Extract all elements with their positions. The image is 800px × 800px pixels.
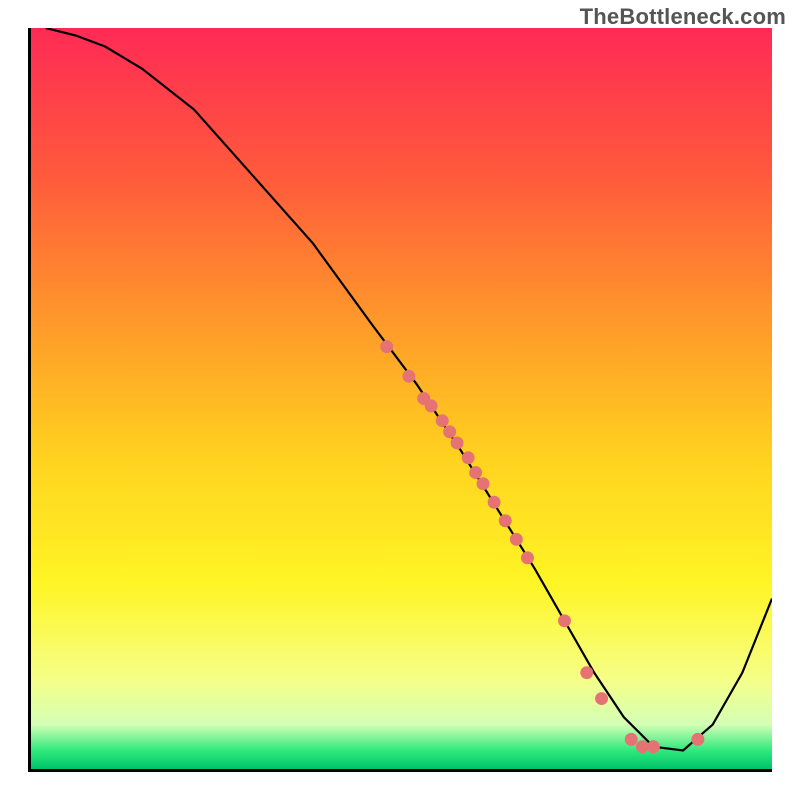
data-point — [499, 514, 512, 527]
plot-area — [28, 28, 772, 772]
data-point — [451, 436, 464, 449]
data-point — [595, 692, 608, 705]
data-point — [580, 666, 593, 679]
data-point — [488, 496, 501, 509]
data-point — [462, 451, 475, 464]
gradient-background — [31, 28, 772, 769]
data-point — [425, 399, 438, 412]
data-point — [636, 740, 649, 753]
data-point — [558, 614, 571, 627]
chart-svg — [31, 28, 772, 769]
data-point — [521, 551, 534, 564]
data-point — [691, 733, 704, 746]
data-point — [380, 340, 393, 353]
data-point — [625, 733, 638, 746]
data-point — [436, 414, 449, 427]
data-point — [402, 370, 415, 383]
chart-container: TheBottleneck.com — [0, 0, 800, 800]
data-point — [477, 477, 490, 490]
data-point — [647, 740, 660, 753]
data-point — [510, 533, 523, 546]
data-point — [443, 425, 456, 438]
data-point — [469, 466, 482, 479]
watermark-text: TheBottleneck.com — [580, 4, 786, 30]
